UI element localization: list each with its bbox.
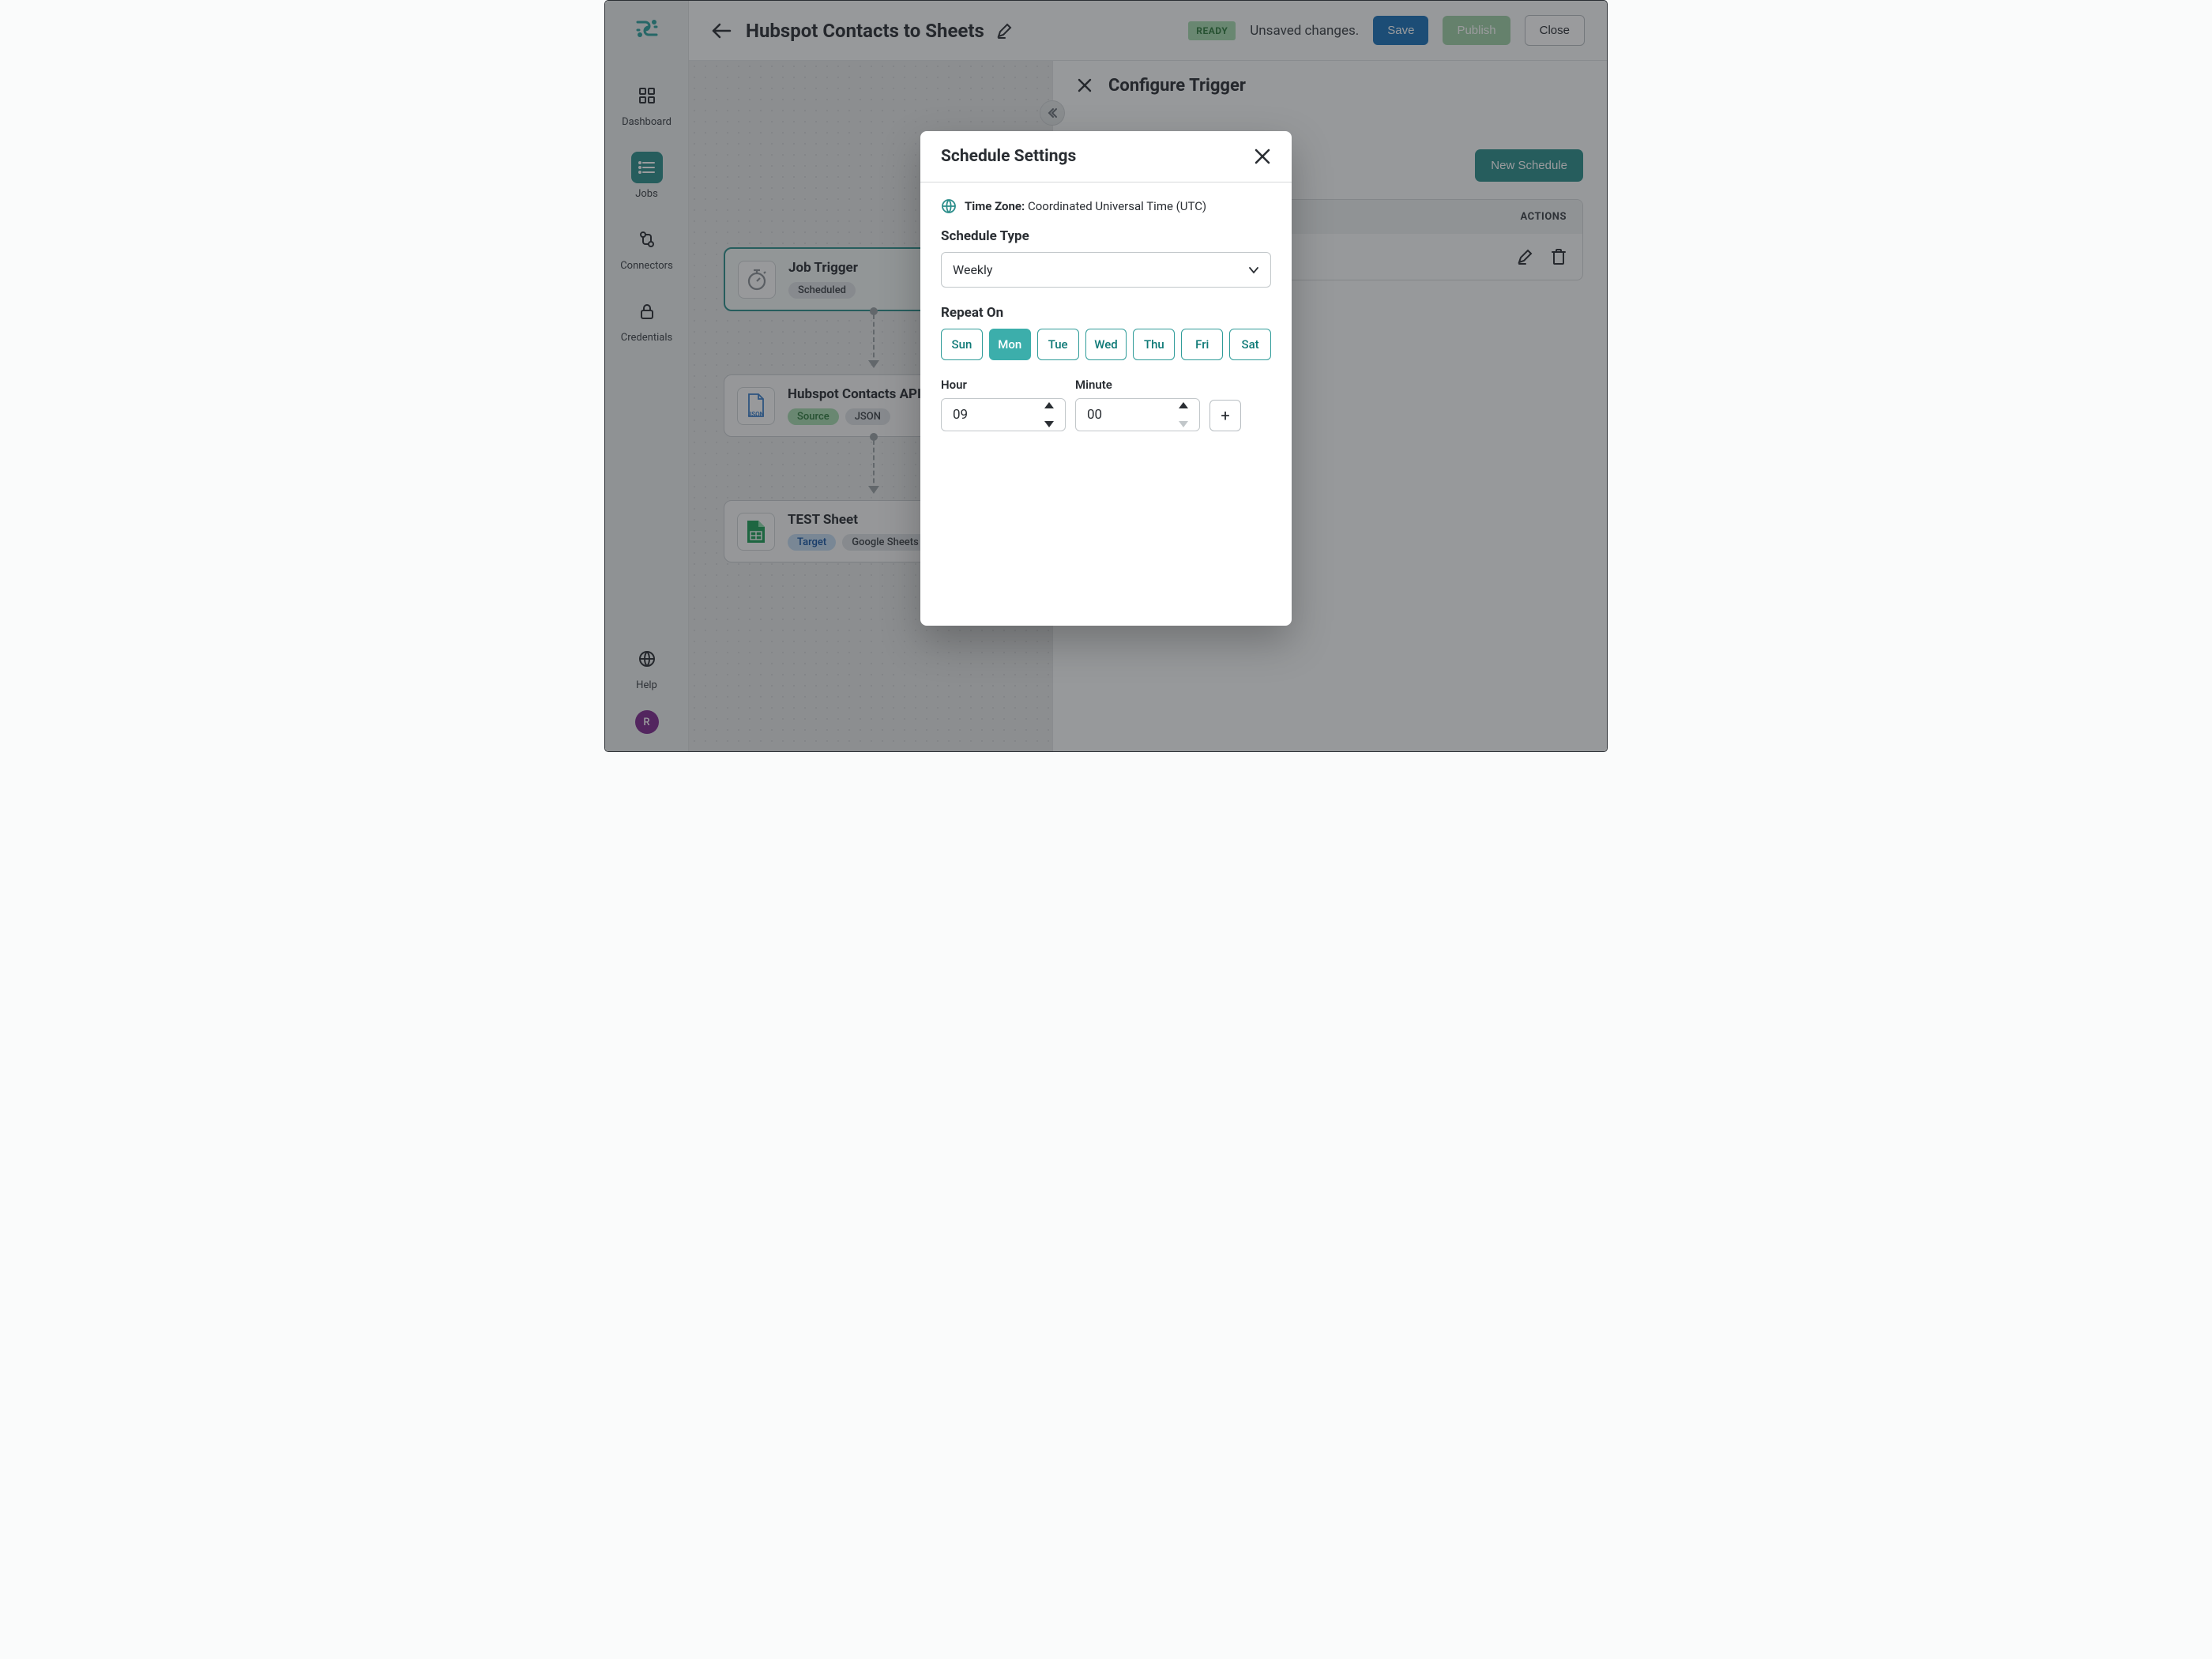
modal-title: Schedule Settings xyxy=(941,147,1076,166)
hour-stepper[interactable]: 09 xyxy=(941,398,1066,431)
hour-increment-button[interactable] xyxy=(1044,402,1060,408)
day-toggle-thu[interactable]: Thu xyxy=(1133,329,1175,360)
hour-decrement-button[interactable] xyxy=(1044,421,1060,427)
add-time-button[interactable]: + xyxy=(1209,400,1241,431)
timezone-row: Time Zone: Coordinated Universal Time (U… xyxy=(941,198,1271,214)
chevron-down-icon xyxy=(1248,266,1259,274)
schedule-settings-modal: Schedule Settings Time Zone: Coordinated… xyxy=(920,131,1292,626)
timezone-label: Time Zone: xyxy=(965,199,1025,213)
schedule-type-select[interactable]: Weekly xyxy=(941,252,1271,288)
hour-label: Hour xyxy=(941,378,1066,392)
minute-increment-button[interactable] xyxy=(1179,402,1194,408)
day-toggle-mon[interactable]: Mon xyxy=(989,329,1031,360)
day-toggle-fri[interactable]: Fri xyxy=(1181,329,1223,360)
modal-close-button[interactable] xyxy=(1254,148,1271,165)
timezone-value: Coordinated Universal Time (UTC) xyxy=(1028,199,1206,213)
repeat-on-label: Repeat On xyxy=(941,305,1271,321)
app-frame: Dashboard Jobs Connectors Credentials xyxy=(604,0,1608,752)
day-toggle-sun[interactable]: Sun xyxy=(941,329,983,360)
day-toggle-wed[interactable]: Wed xyxy=(1085,329,1127,360)
minute-label: Minute xyxy=(1075,378,1200,392)
day-toggle-sat[interactable]: Sat xyxy=(1229,329,1271,360)
globe-icon xyxy=(941,198,957,214)
schedule-type-label: Schedule Type xyxy=(941,228,1271,244)
day-toggle-tue[interactable]: Tue xyxy=(1037,329,1079,360)
minute-stepper[interactable]: 00 xyxy=(1075,398,1200,431)
days-row: Sun Mon Tue Wed Thu Fri Sat xyxy=(941,329,1271,360)
minute-decrement-button xyxy=(1179,421,1194,427)
schedule-type-value: Weekly xyxy=(953,262,993,277)
minute-value: 00 xyxy=(1087,407,1102,423)
hour-value: 09 xyxy=(953,407,968,423)
